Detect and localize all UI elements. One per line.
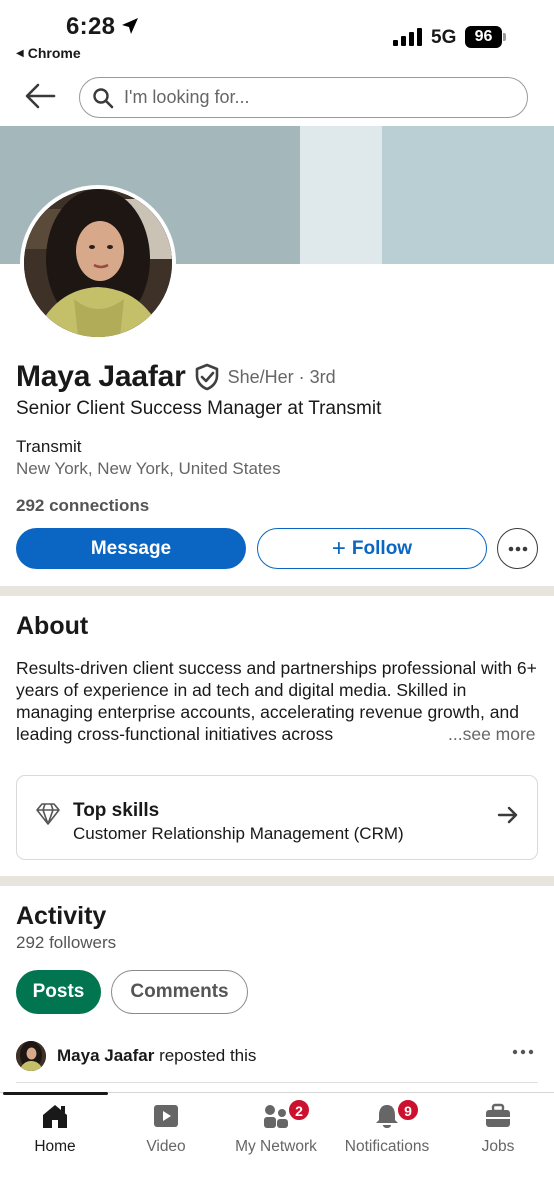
post-divider bbox=[16, 1082, 538, 1083]
back-arrow-icon[interactable] bbox=[24, 82, 56, 110]
top-skills-value: Customer Relationship Management (CRM) bbox=[73, 824, 404, 843]
name-row: Maya Jaafar She/Her · 3rd bbox=[16, 360, 336, 394]
profile-location: New York, New York, United States bbox=[16, 459, 281, 478]
profile-photo-image bbox=[24, 189, 172, 337]
repost-suffix: reposted this bbox=[154, 1046, 257, 1065]
search-bar[interactable] bbox=[79, 77, 528, 118]
briefcase-icon bbox=[486, 1103, 510, 1127]
message-button-label: Message bbox=[90, 537, 172, 559]
nav-jobs-label: Jobs bbox=[481, 1138, 515, 1155]
message-button[interactable]: Message bbox=[16, 528, 246, 569]
follow-button[interactable]: + Follow bbox=[257, 528, 487, 569]
connections-count[interactable]: 292 connections bbox=[16, 496, 149, 516]
repost-item[interactable]: Maya Jaafar reposted this bbox=[16, 1040, 538, 1072]
post-more-icon[interactable] bbox=[512, 1048, 534, 1056]
nav-my-network[interactable]: 2 My Network bbox=[221, 1093, 331, 1163]
network-type: 5G bbox=[431, 27, 457, 48]
battery-icon: 96 bbox=[465, 26, 507, 48]
battery-level: 96 bbox=[465, 26, 502, 48]
nav-notifications[interactable]: 9 Notifications bbox=[332, 1093, 442, 1163]
signal-icon bbox=[393, 28, 422, 46]
verified-shield-icon[interactable] bbox=[194, 363, 220, 391]
nav-video-label: Video bbox=[146, 1138, 186, 1155]
follow-button-label: Follow bbox=[351, 537, 413, 559]
nav-notifications-label: Notifications bbox=[344, 1138, 430, 1155]
network-icon bbox=[264, 1105, 288, 1128]
profile-photo[interactable] bbox=[20, 185, 176, 341]
back-triangle-icon: ◀ bbox=[16, 47, 24, 59]
tab-comments[interactable]: Comments bbox=[111, 970, 248, 1014]
back-app-label: Chrome bbox=[27, 45, 81, 61]
arrow-right-icon bbox=[497, 806, 518, 824]
nav-video[interactable]: Video bbox=[111, 1093, 221, 1163]
repost-text: Maya Jaafar reposted this bbox=[57, 1046, 256, 1066]
nav-jobs[interactable]: Jobs bbox=[443, 1093, 553, 1163]
status-bar: 6:28 ◀ Chrome 5G 96 bbox=[0, 0, 554, 66]
home-icon bbox=[43, 1105, 67, 1128]
more-dots-icon bbox=[508, 546, 527, 551]
bottom-nav: Home Video 2 My Network 9 Notifications bbox=[0, 1092, 554, 1200]
search-icon bbox=[93, 87, 114, 108]
profile-company[interactable]: Transmit bbox=[16, 437, 82, 457]
pronouns-degree: She/Her · 3rd bbox=[227, 366, 336, 387]
top-skills-title: Top skills bbox=[73, 800, 160, 821]
see-more-link[interactable]: ...see more bbox=[446, 723, 536, 745]
nav-home[interactable]: Home bbox=[0, 1093, 110, 1163]
network-badge: 2 bbox=[287, 1098, 311, 1122]
nav-home-label: Home bbox=[34, 1138, 76, 1155]
nav-my-network-label: My Network bbox=[235, 1138, 317, 1155]
tab-posts[interactable]: Posts bbox=[16, 970, 101, 1014]
avatar bbox=[16, 1041, 46, 1071]
followers-count: 292 followers bbox=[16, 933, 117, 952]
more-options-button[interactable] bbox=[497, 528, 538, 569]
search-input[interactable] bbox=[124, 87, 504, 108]
status-time: 6:28 bbox=[66, 13, 116, 40]
about-title: About bbox=[16, 612, 89, 640]
top-skills-card[interactable]: Top skills Customer Relationship Managem… bbox=[16, 775, 538, 860]
back-to-app-link[interactable]: ◀ Chrome bbox=[16, 45, 81, 61]
profile-name: Maya Jaafar bbox=[16, 360, 186, 393]
tab-comments-label: Comments bbox=[130, 981, 229, 1002]
notifications-badge: 9 bbox=[396, 1098, 420, 1122]
section-divider bbox=[0, 586, 554, 596]
search-header bbox=[0, 70, 554, 126]
location-arrow-icon bbox=[122, 18, 138, 34]
tab-posts-label: Posts bbox=[32, 981, 85, 1002]
repost-author[interactable]: Maya Jaafar bbox=[57, 1046, 154, 1065]
profile-headline: Senior Client Success Manager at Transmi… bbox=[16, 398, 382, 419]
section-divider bbox=[0, 876, 554, 886]
diamond-icon bbox=[36, 803, 60, 825]
video-icon bbox=[154, 1105, 178, 1127]
activity-title: Activity bbox=[16, 902, 107, 930]
plus-icon: + bbox=[331, 534, 346, 562]
